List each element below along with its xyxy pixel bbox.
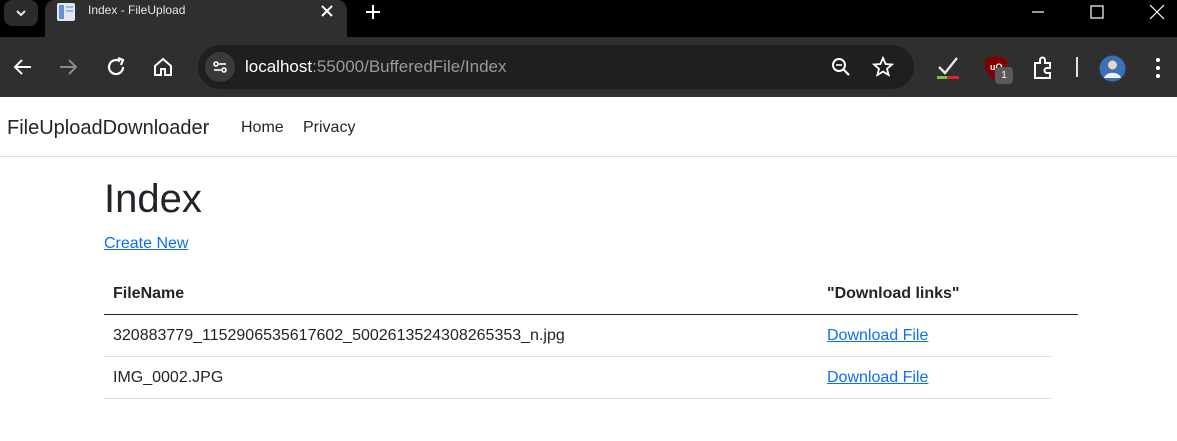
page-viewport: FileUploadDownloader Home Privacy Index … [0,97,1177,441]
create-new-link[interactable]: Create New [104,235,188,253]
forward-icon[interactable] [56,55,80,79]
tab-title: Index - FileUpload [88,3,186,17]
extension-badge: 1 [995,67,1013,84]
site-info-icon[interactable] [205,52,235,82]
file-name-cell: IMG_0002.JPG [113,369,224,386]
favicon-icon [55,2,77,22]
menu-kebab-icon[interactable] [1148,55,1168,81]
new-tab-icon[interactable] [363,2,383,22]
browser-toolbar: localhost:55000/BufferedFile/Index uO 1 [0,37,1177,97]
navbar-brand[interactable]: FileUploadDownloader [7,117,209,140]
toolbar-separator [1076,57,1078,77]
close-icon[interactable] [319,3,335,19]
extension-check-icon[interactable] [935,55,961,81]
url-path: :55000/BufferedFile/Index [312,57,507,76]
download-file-link[interactable]: Download File [827,327,928,345]
window-close-icon[interactable] [1148,3,1166,21]
table-row: IMG_0002.JPG Download File [104,357,1052,399]
reload-icon[interactable] [104,55,128,79]
url-host: localhost [245,57,313,76]
bookmark-star-icon[interactable] [871,55,895,78]
browser-titlebar: Index - FileUpload [0,0,1177,37]
page-title: Index [104,177,202,221]
nav-link-privacy[interactable]: Privacy [303,119,355,137]
nav-link-home[interactable]: Home [241,119,284,137]
minimize-icon[interactable] [1030,4,1046,20]
address-bar[interactable]: localhost:55000/BufferedFile/Index [198,45,914,89]
column-header-filename: FileName [113,285,185,302]
site-navbar: FileUploadDownloader Home Privacy [0,97,1177,157]
home-icon[interactable] [151,55,175,79]
maximize-icon[interactable] [1089,4,1105,20]
file-name-cell: 320883779_1152906535617602_5002613524308… [113,327,565,344]
column-header-download-links: "Download links" [827,285,960,302]
tab-search-icon[interactable] [4,0,38,26]
browser-tab-active[interactable]: Index - FileUpload [45,0,347,37]
table-header-row: FileName "Download links" [104,275,1078,315]
profile-avatar-icon[interactable] [1099,55,1126,82]
table-row: 320883779_1152906535617602_5002613524308… [104,315,1052,357]
extensions-puzzle-icon[interactable] [1030,55,1056,81]
zoom-icon[interactable] [830,56,852,78]
download-file-link[interactable]: Download File [827,369,928,387]
url-text[interactable]: localhost:55000/BufferedFile/Index [245,57,507,77]
back-icon[interactable] [11,55,35,79]
